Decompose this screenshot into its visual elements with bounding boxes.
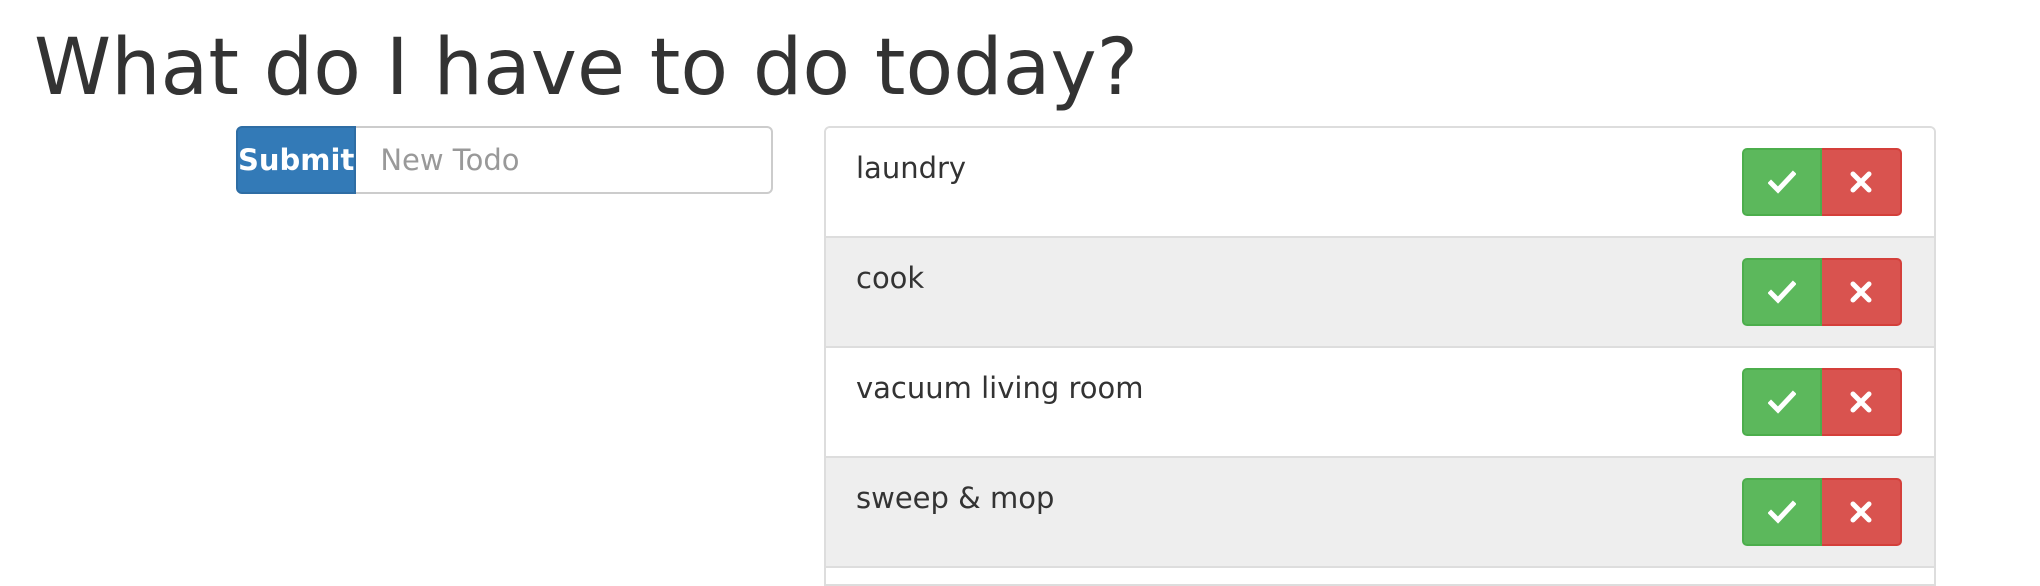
mark-done-button[interactable]	[1742, 258, 1822, 326]
close-icon	[1850, 171, 1872, 193]
new-todo-input[interactable]	[356, 126, 774, 194]
new-todo-form: Submit	[236, 126, 774, 194]
todo-item: vacuum living room	[826, 348, 1934, 458]
close-icon	[1850, 281, 1872, 303]
check-icon	[1768, 390, 1796, 414]
todo-actions	[1742, 258, 1902, 326]
todo-text: laundry	[856, 151, 967, 185]
close-icon	[1850, 391, 1872, 413]
todo-text: sweep & mop	[856, 481, 1055, 515]
close-icon	[1850, 501, 1872, 523]
delete-button[interactable]	[1822, 368, 1902, 436]
delete-button[interactable]	[1822, 478, 1902, 546]
check-icon	[1768, 500, 1796, 524]
check-icon	[1768, 170, 1796, 194]
todo-text: vacuum living room	[856, 371, 1144, 405]
check-icon	[1768, 280, 1796, 304]
submit-button[interactable]: Submit	[236, 126, 357, 194]
delete-button[interactable]	[1822, 258, 1902, 326]
mark-done-button[interactable]	[1742, 368, 1822, 436]
todo-item: laundry	[826, 128, 1934, 238]
todo-actions	[1742, 148, 1902, 216]
mark-done-button[interactable]	[1742, 478, 1822, 546]
todo-actions	[1742, 478, 1902, 546]
todo-item: sweep & mop	[826, 458, 1934, 568]
todo-list: laundry cook vacuum living room sweep & …	[824, 126, 1936, 586]
todo-actions	[1742, 368, 1902, 436]
mark-done-button[interactable]	[1742, 148, 1822, 216]
page-title: What do I have to do today?	[34, 23, 1139, 113]
todo-text: cook	[856, 261, 925, 295]
delete-button[interactable]	[1822, 148, 1902, 216]
todo-item: cook	[826, 238, 1934, 348]
